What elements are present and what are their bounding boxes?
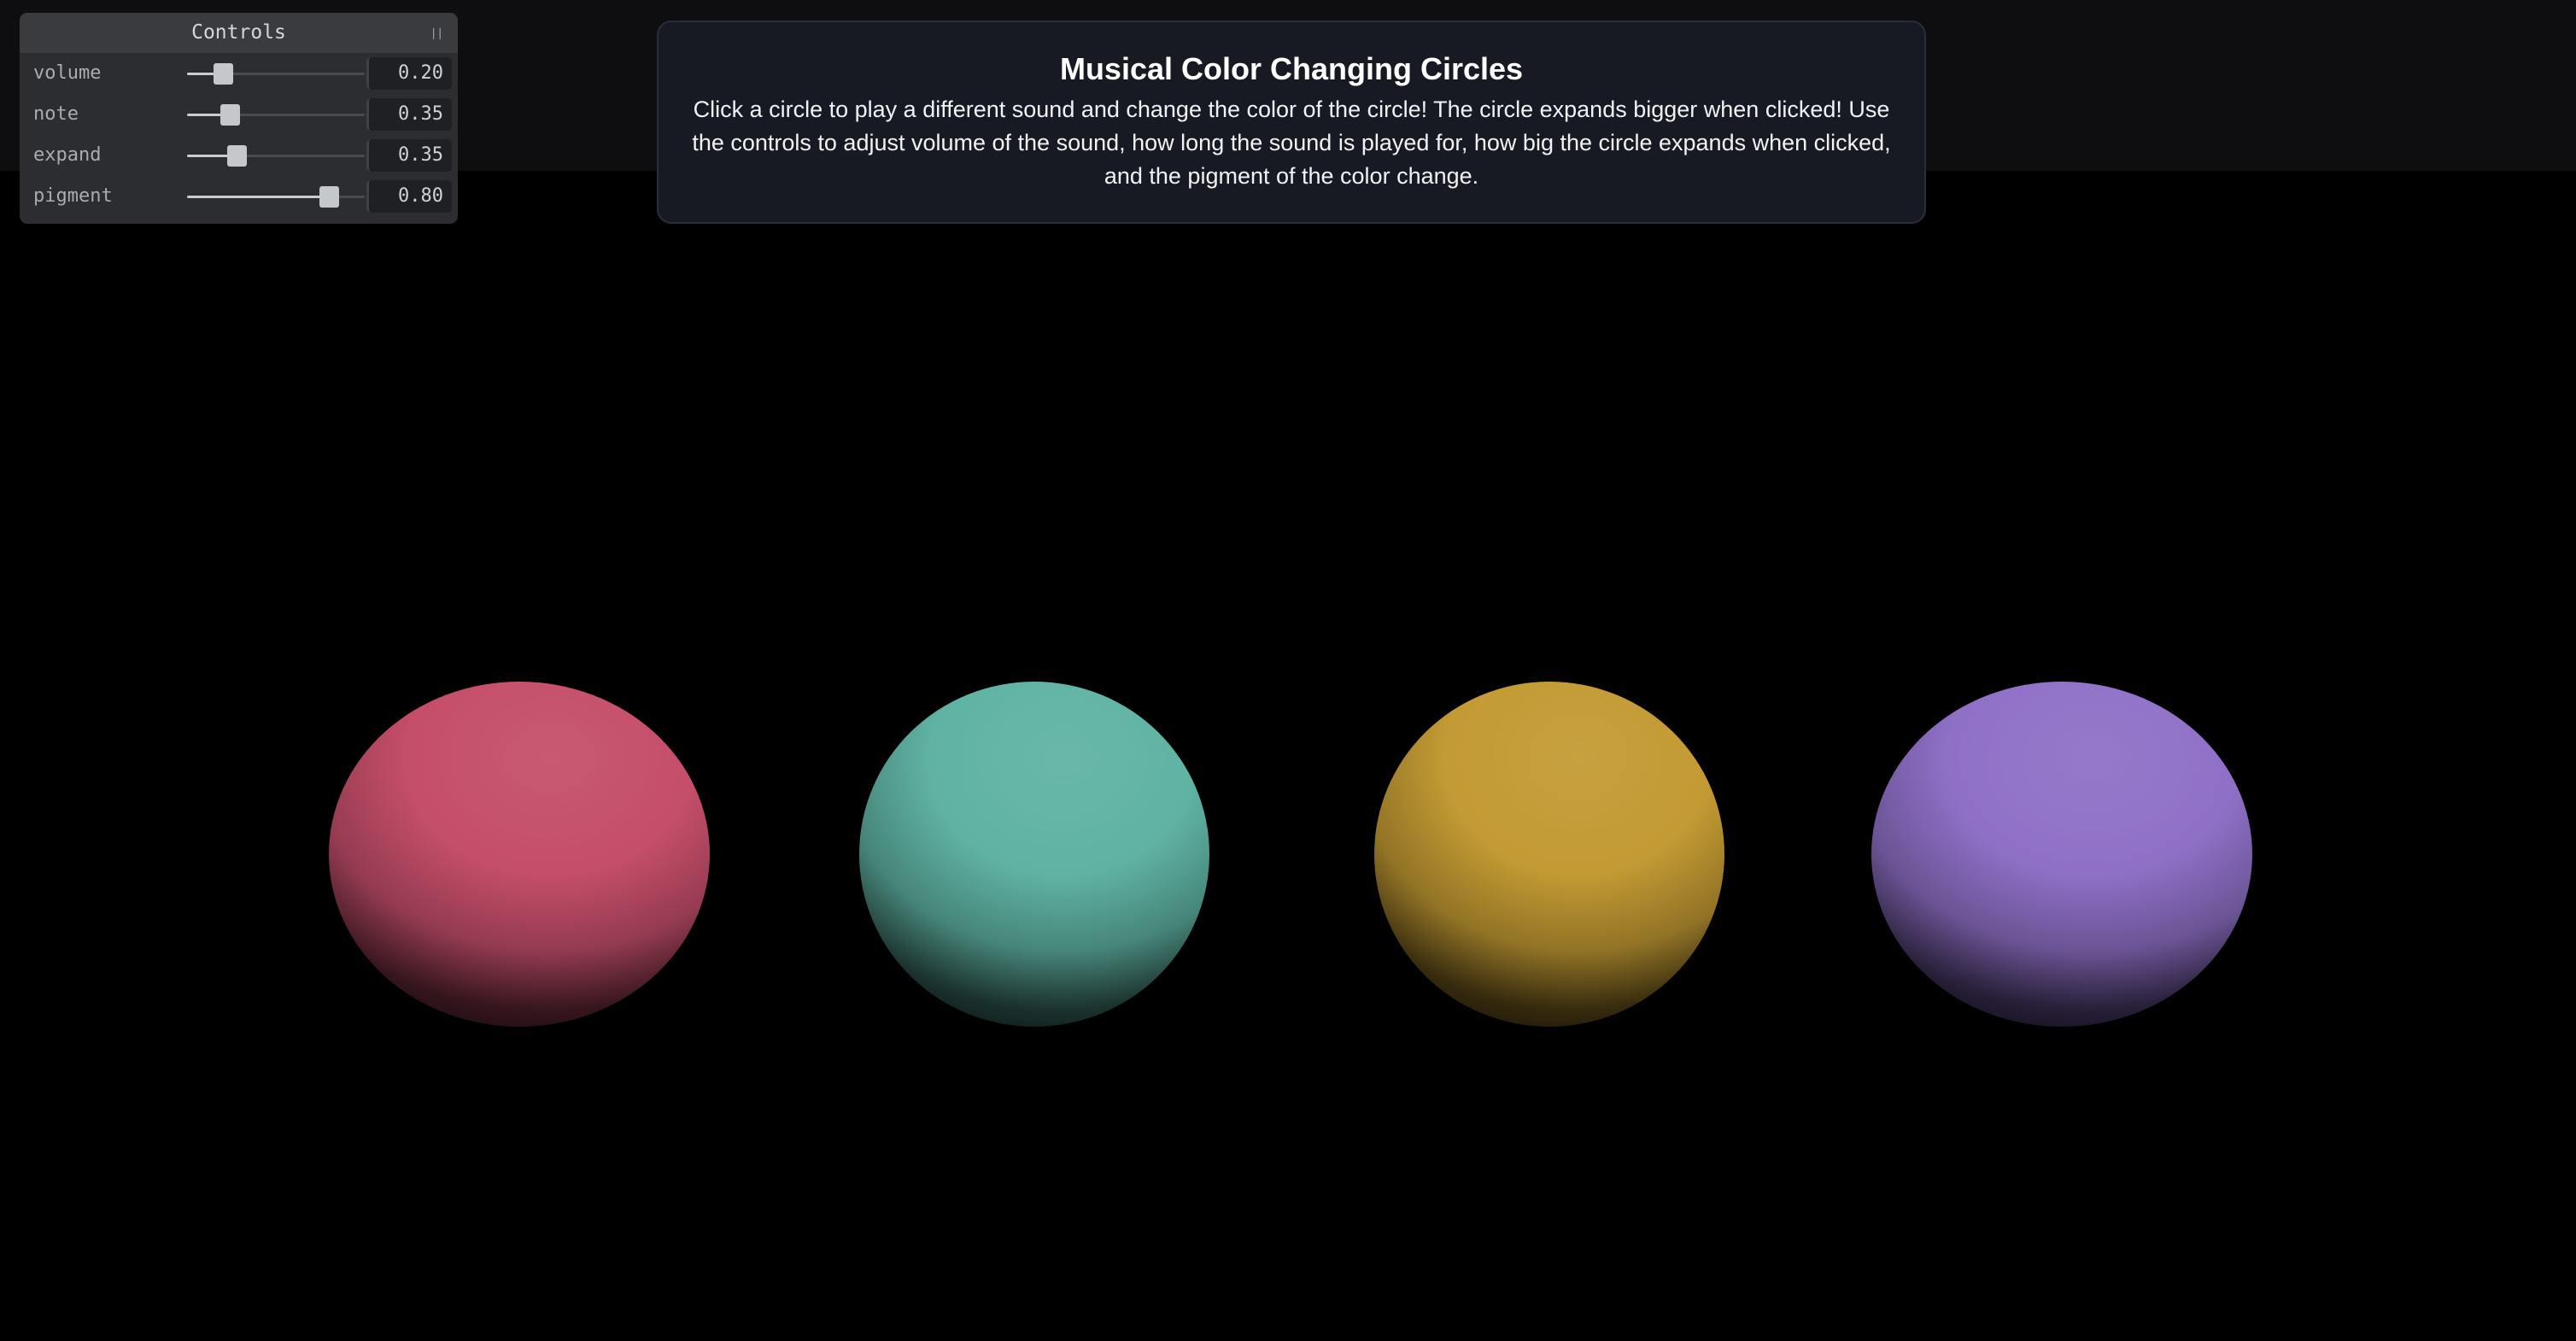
page-title: Musical Color Changing Circles — [1059, 51, 1524, 86]
slider-row-expand: expand 0.35 — [20, 135, 458, 176]
slider-thumb[interactable] — [227, 145, 248, 167]
circle-1[interactable] — [329, 682, 710, 1027]
slider-fill — [187, 196, 330, 198]
controls-header[interactable]: Controls ❘❘ — [20, 13, 458, 53]
slider-label: pigment — [33, 185, 113, 207]
pigment-value-input[interactable]: 0.80 — [366, 180, 452, 213]
circle-4[interactable] — [1871, 682, 2252, 1027]
note-value-input[interactable]: 0.35 — [366, 98, 452, 131]
slider-row-note: note 0.35 — [20, 94, 458, 135]
instructions-text: Click a circle to play a different sound… — [692, 97, 1891, 189]
volume-slider[interactable] — [187, 63, 365, 85]
collapse-icon[interactable]: ❘❘ — [430, 13, 444, 53]
slider-label: note — [33, 103, 79, 125]
slider-row-volume: volume 0.20 — [20, 53, 458, 94]
slider-row-pigment: pigment 0.80 — [20, 176, 458, 217]
slider-label: volume — [33, 62, 102, 84]
slider-thumb[interactable] — [213, 63, 233, 85]
controls-title: Controls — [191, 21, 286, 44]
slider-label: expand — [33, 144, 102, 166]
circle-3[interactable] — [1374, 682, 1724, 1027]
expand-slider[interactable] — [187, 145, 365, 167]
controls-panel: Controls ❘❘ volume 0.20 note 0.35 expand… — [20, 13, 458, 224]
slider-thumb[interactable] — [220, 104, 240, 126]
info-box: Musical Color Changing Circles Click a c… — [657, 20, 1926, 224]
circle-2[interactable] — [859, 682, 1209, 1027]
volume-value-input[interactable]: 0.20 — [366, 57, 452, 90]
pigment-slider[interactable] — [187, 186, 365, 208]
note-slider[interactable] — [187, 104, 365, 126]
slider-thumb[interactable] — [319, 186, 340, 208]
expand-value-input[interactable]: 0.35 — [366, 139, 452, 172]
